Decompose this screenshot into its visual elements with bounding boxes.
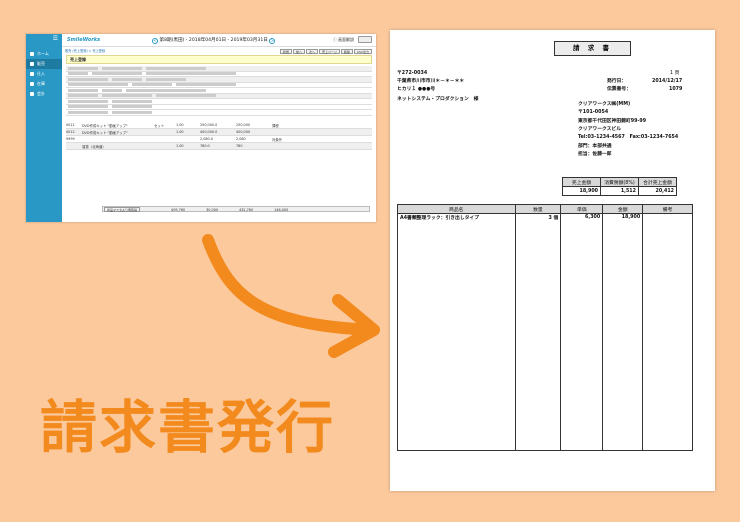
- issuer-line: Tel:03-1234-4567 Fax:03-1234-7654: [578, 135, 679, 141]
- items-empty-cell: [560, 221, 604, 451]
- invoice-page: 1 頁: [670, 71, 680, 76]
- issuer-line: 東京都千代田区神田錦町99-99: [578, 118, 647, 124]
- issuer-line: 担当：佐藤一郎: [578, 151, 612, 157]
- items-empty-cell: [514, 221, 562, 451]
- items-header: 商品名: [397, 203, 516, 215]
- issuer-line: 〒101-0054: [578, 110, 609, 116]
- items-header: 金額: [602, 203, 644, 215]
- customer-address: 千葉県市川市市川＊－＊－＊＊: [397, 79, 465, 84]
- items-row: A4書類整理ラック：引き出しタイプ 3 個 6,300 18,900: [397, 213, 693, 222]
- items-empty-cell: [642, 221, 693, 451]
- summary-value: 18,900: [562, 186, 601, 196]
- summary-header: 売上金額: [562, 177, 601, 187]
- slip-no: 1079: [669, 87, 683, 92]
- items-header: 数量: [514, 203, 562, 215]
- issue-date-label: 発行日：: [607, 79, 627, 84]
- issue-date: 2014/12/17: [652, 79, 683, 84]
- slip-no-label: 伝票番号：: [607, 87, 631, 92]
- headline: 請求書発行: [40, 395, 335, 461]
- items-price: 6,300: [560, 213, 604, 222]
- items-amount: 18,900: [602, 213, 644, 222]
- items-empty-cell: [397, 221, 516, 451]
- issuer-line: クリアワークス㈱(MM): [578, 102, 631, 107]
- summary-header: 合計売上金額: [638, 177, 677, 187]
- invoice: 請 求 書 1 頁 〒272-0034 千葉県市川市市川＊－＊－＊＊ ヒカリ１ …: [390, 30, 715, 491]
- items-header: 単価: [560, 203, 604, 215]
- summary-table: 売上金額 消費税額(8%) 合計売上金額 18,900 1,512 20,412: [562, 177, 677, 196]
- issuer-line: 部門：本部共通: [578, 143, 612, 149]
- summary-value: 20,412: [638, 186, 677, 196]
- items-note: [642, 213, 693, 222]
- issuer-line: クリアワークスビル: [578, 126, 622, 132]
- items-table: 商品名 数量 単価 金額 備考 A4書類整理ラック：引き出しタイプ 3 個 6,300 18,…: [397, 203, 693, 451]
- customer-company: ネットシステム・プロダクション 様: [397, 97, 479, 102]
- items-name: A4書類整理ラック：引き出しタイプ: [397, 213, 516, 222]
- summary-value: 1,512: [600, 186, 639, 196]
- items-empty-area: [397, 221, 693, 451]
- items-qty: 3 個: [514, 213, 562, 222]
- summary-header: 消費税額(8%): [600, 177, 639, 187]
- items-header: 備考: [642, 203, 693, 215]
- customer-building: ヒカリ１ ●●●号: [397, 87, 436, 92]
- items-empty-cell: [602, 221, 644, 451]
- invoice-title: 請 求 書: [554, 41, 631, 56]
- customer-postal: 〒272-0034: [397, 71, 428, 76]
